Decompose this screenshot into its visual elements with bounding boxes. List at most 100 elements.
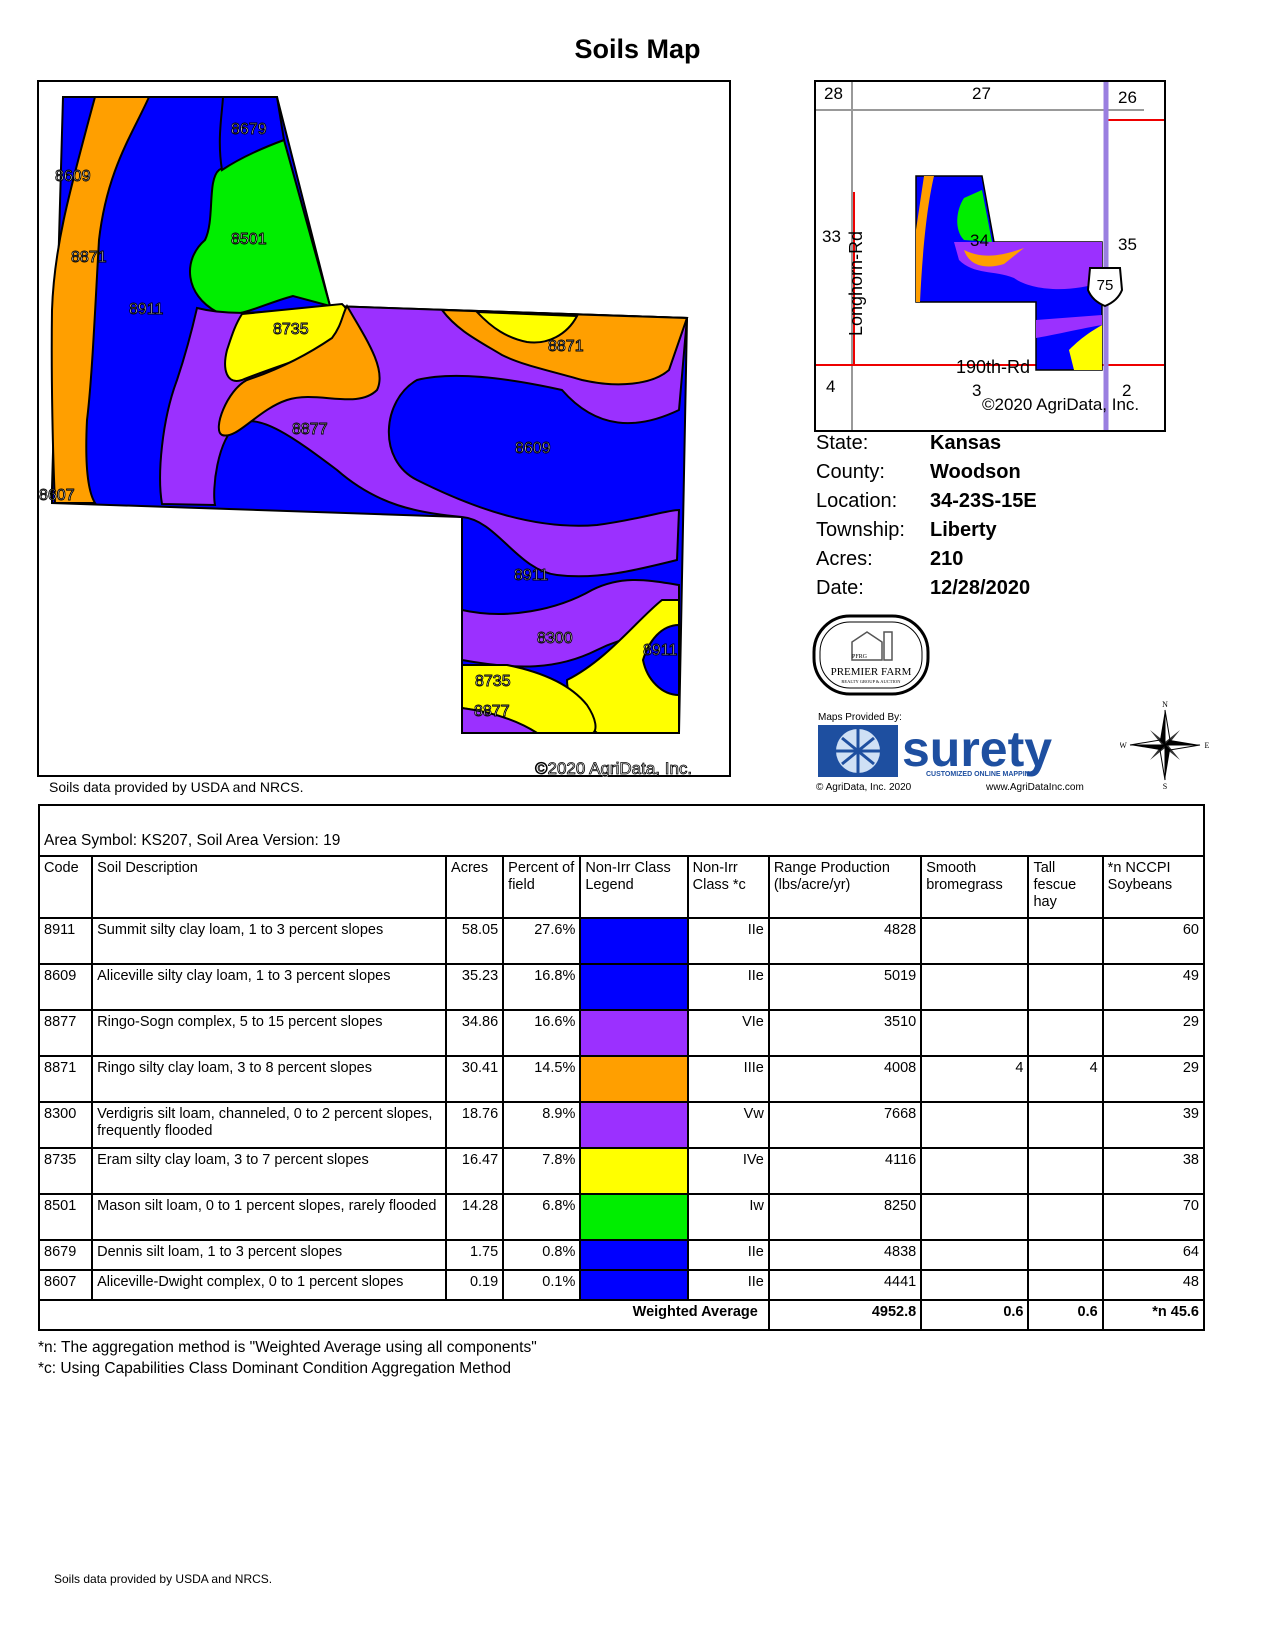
column-header: Smooth bromegrass [920, 855, 1030, 919]
map-label-8911: 8911 [643, 642, 678, 659]
column-header: Non-Irr Class *c [686, 855, 770, 919]
info-label: Acres: [816, 548, 873, 570]
cell-range: 3510 [767, 1009, 923, 1057]
cell-range: 7668 [767, 1101, 923, 1149]
table-row: 8609 Aliceville silty clay loam, 1 to 3 p… [37, 963, 1206, 1011]
svg-text:REALTY GROUP & AUCTION: REALTY GROUP & AUCTION [841, 679, 901, 684]
cell-brome [920, 917, 1030, 965]
table-row: 8501 Mason silt loam, 0 to 1 percent slop… [37, 1193, 1206, 1241]
cell-nccpi: 70 [1101, 1193, 1206, 1241]
section-label-34: 34 [970, 231, 989, 250]
cell-range: 4116 [767, 1147, 923, 1195]
cell-pct: 27.6% [502, 917, 582, 965]
legend-swatch [579, 1269, 689, 1301]
cell-acres: 30.41 [445, 1055, 505, 1103]
column-header: Percent of field [502, 855, 582, 919]
legend-swatch [579, 963, 689, 1011]
cell-range: 8250 [767, 1193, 923, 1241]
map-label-8877: 8877 [292, 421, 328, 438]
cell-fescue [1027, 1147, 1104, 1195]
cell-cls: Vw [686, 1101, 770, 1149]
map-label-8501: 8501 [231, 231, 267, 248]
column-header: Tall fescue hay [1027, 855, 1104, 919]
cell-cls: Iw [686, 1193, 770, 1241]
map-label-8735: 8735 [475, 673, 511, 690]
info-label: Date: [816, 577, 864, 599]
cell-desc: Aliceville-Dwight complex, 0 to 1 percen… [91, 1269, 448, 1301]
cell-cls: IIe [686, 963, 770, 1011]
cell-nccpi: 60 [1101, 917, 1206, 965]
cell-nccpi: 49 [1101, 963, 1206, 1011]
main-map-credit: Soils data provided by USDA and NRCS. [49, 779, 304, 795]
cell-code: 8735 [37, 1147, 94, 1195]
cell-fescue [1027, 1009, 1104, 1057]
cell-pct: 16.8% [502, 963, 582, 1011]
cell-acres: 18.76 [445, 1101, 505, 1149]
map-label-8735: 8735 [273, 321, 309, 338]
info-row: State: Kansas [816, 432, 1037, 461]
cell-nccpi: 48 [1101, 1269, 1206, 1301]
cell-code: 8679 [37, 1239, 94, 1271]
cell-brome [920, 963, 1030, 1011]
weighted-fescue: 0.6 [1027, 1299, 1104, 1331]
map-label-8877: 8877 [474, 703, 510, 720]
map-label-8871: 8871 [548, 338, 584, 355]
cell-brome [920, 1269, 1030, 1301]
footnote: *n: The aggregation method is "Weighted … [38, 1339, 537, 1356]
cell-acres: 58.05 [445, 917, 505, 965]
cell-code: 8607 [37, 1269, 94, 1301]
cell-cls: IIe [686, 1239, 770, 1271]
section-label-26: 26 [1118, 88, 1137, 107]
cell-pct: 0.1% [502, 1269, 582, 1301]
svg-text:N: N [1162, 700, 1168, 709]
cell-desc: Eram silty clay loam, 3 to 7 percent slo… [91, 1147, 448, 1195]
cell-cls: IIe [686, 917, 770, 965]
column-header: Code [37, 855, 94, 919]
info-row: Acres: 210 [816, 548, 1037, 577]
legend-swatch [579, 1193, 689, 1241]
cell-desc: Ringo silty clay loam, 3 to 8 percent sl… [91, 1055, 448, 1103]
cell-code: 8300 [37, 1101, 94, 1149]
cell-brome: 4 [920, 1055, 1030, 1103]
svg-text:E: E [1205, 741, 1210, 750]
footnote: *c: Using Capabilities Class Dominant Co… [38, 1360, 512, 1377]
map-label-8607: 8607 [39, 487, 75, 504]
cell-nccpi: 29 [1101, 1009, 1206, 1057]
legend-swatch [579, 1147, 689, 1195]
svg-text:W: W [1120, 741, 1127, 750]
column-header: Non-Irr Class Legend [579, 855, 689, 919]
legend-swatch [579, 1009, 689, 1057]
map-label-8679: 8679 [231, 121, 267, 138]
section-label-3: 3 [972, 381, 981, 400]
cell-range: 5019 [767, 963, 923, 1011]
road-label-190th: 190th-Rd [956, 357, 1030, 377]
svg-text:© AgriData, Inc. 2020: © AgriData, Inc. 2020 [816, 782, 912, 793]
cell-acres: 1.75 [445, 1239, 505, 1271]
globe-icon [818, 725, 898, 777]
map-label-8609: 8609 [515, 440, 551, 457]
cell-desc: Verdigris silt loam, channeled, 0 to 2 p… [91, 1101, 448, 1149]
info-label: County: [816, 461, 885, 483]
info-label: Location: [816, 490, 898, 512]
section-label-27: 27 [972, 84, 991, 103]
info-value: 210 [930, 548, 964, 570]
road-label-longhorn: Longhorn-Rd [846, 231, 866, 336]
pfrg-logo: PFRG PREMIER FARM REALTY GROUP & AUCTION [812, 614, 930, 696]
cell-cls: IIe [686, 1269, 770, 1301]
page-title: Soils Map [574, 34, 701, 64]
table-row: 8300 Verdigris silt loam, channeled, 0 to… [37, 1101, 1206, 1149]
weighted-average-row: Weighted Average 4952.8 0.6 0.6 *n 45.6 [38, 1299, 1206, 1331]
cell-pct: 8.9% [502, 1101, 582, 1149]
soils-map: 8679 8609 8501 8871 8911 8735 8871 8877 8609 8607… [37, 80, 731, 777]
cell-fescue [1027, 963, 1104, 1011]
legend-swatch [579, 917, 689, 965]
svg-text:S: S [1163, 782, 1167, 790]
info-row: Location: 34-23S-15E [816, 490, 1037, 519]
section-label-4: 4 [826, 377, 835, 396]
cell-desc: Summit silty clay loam, 1 to 3 percent s… [91, 917, 448, 965]
cell-nccpi: 39 [1101, 1101, 1206, 1149]
svg-text:PFRG: PFRG [852, 654, 868, 660]
info-value: Woodson [930, 461, 1021, 483]
property-info: State: Kansas County: Woodson Location: 34-23… [816, 432, 1037, 606]
weighted-range: 4952.8 [767, 1299, 923, 1331]
